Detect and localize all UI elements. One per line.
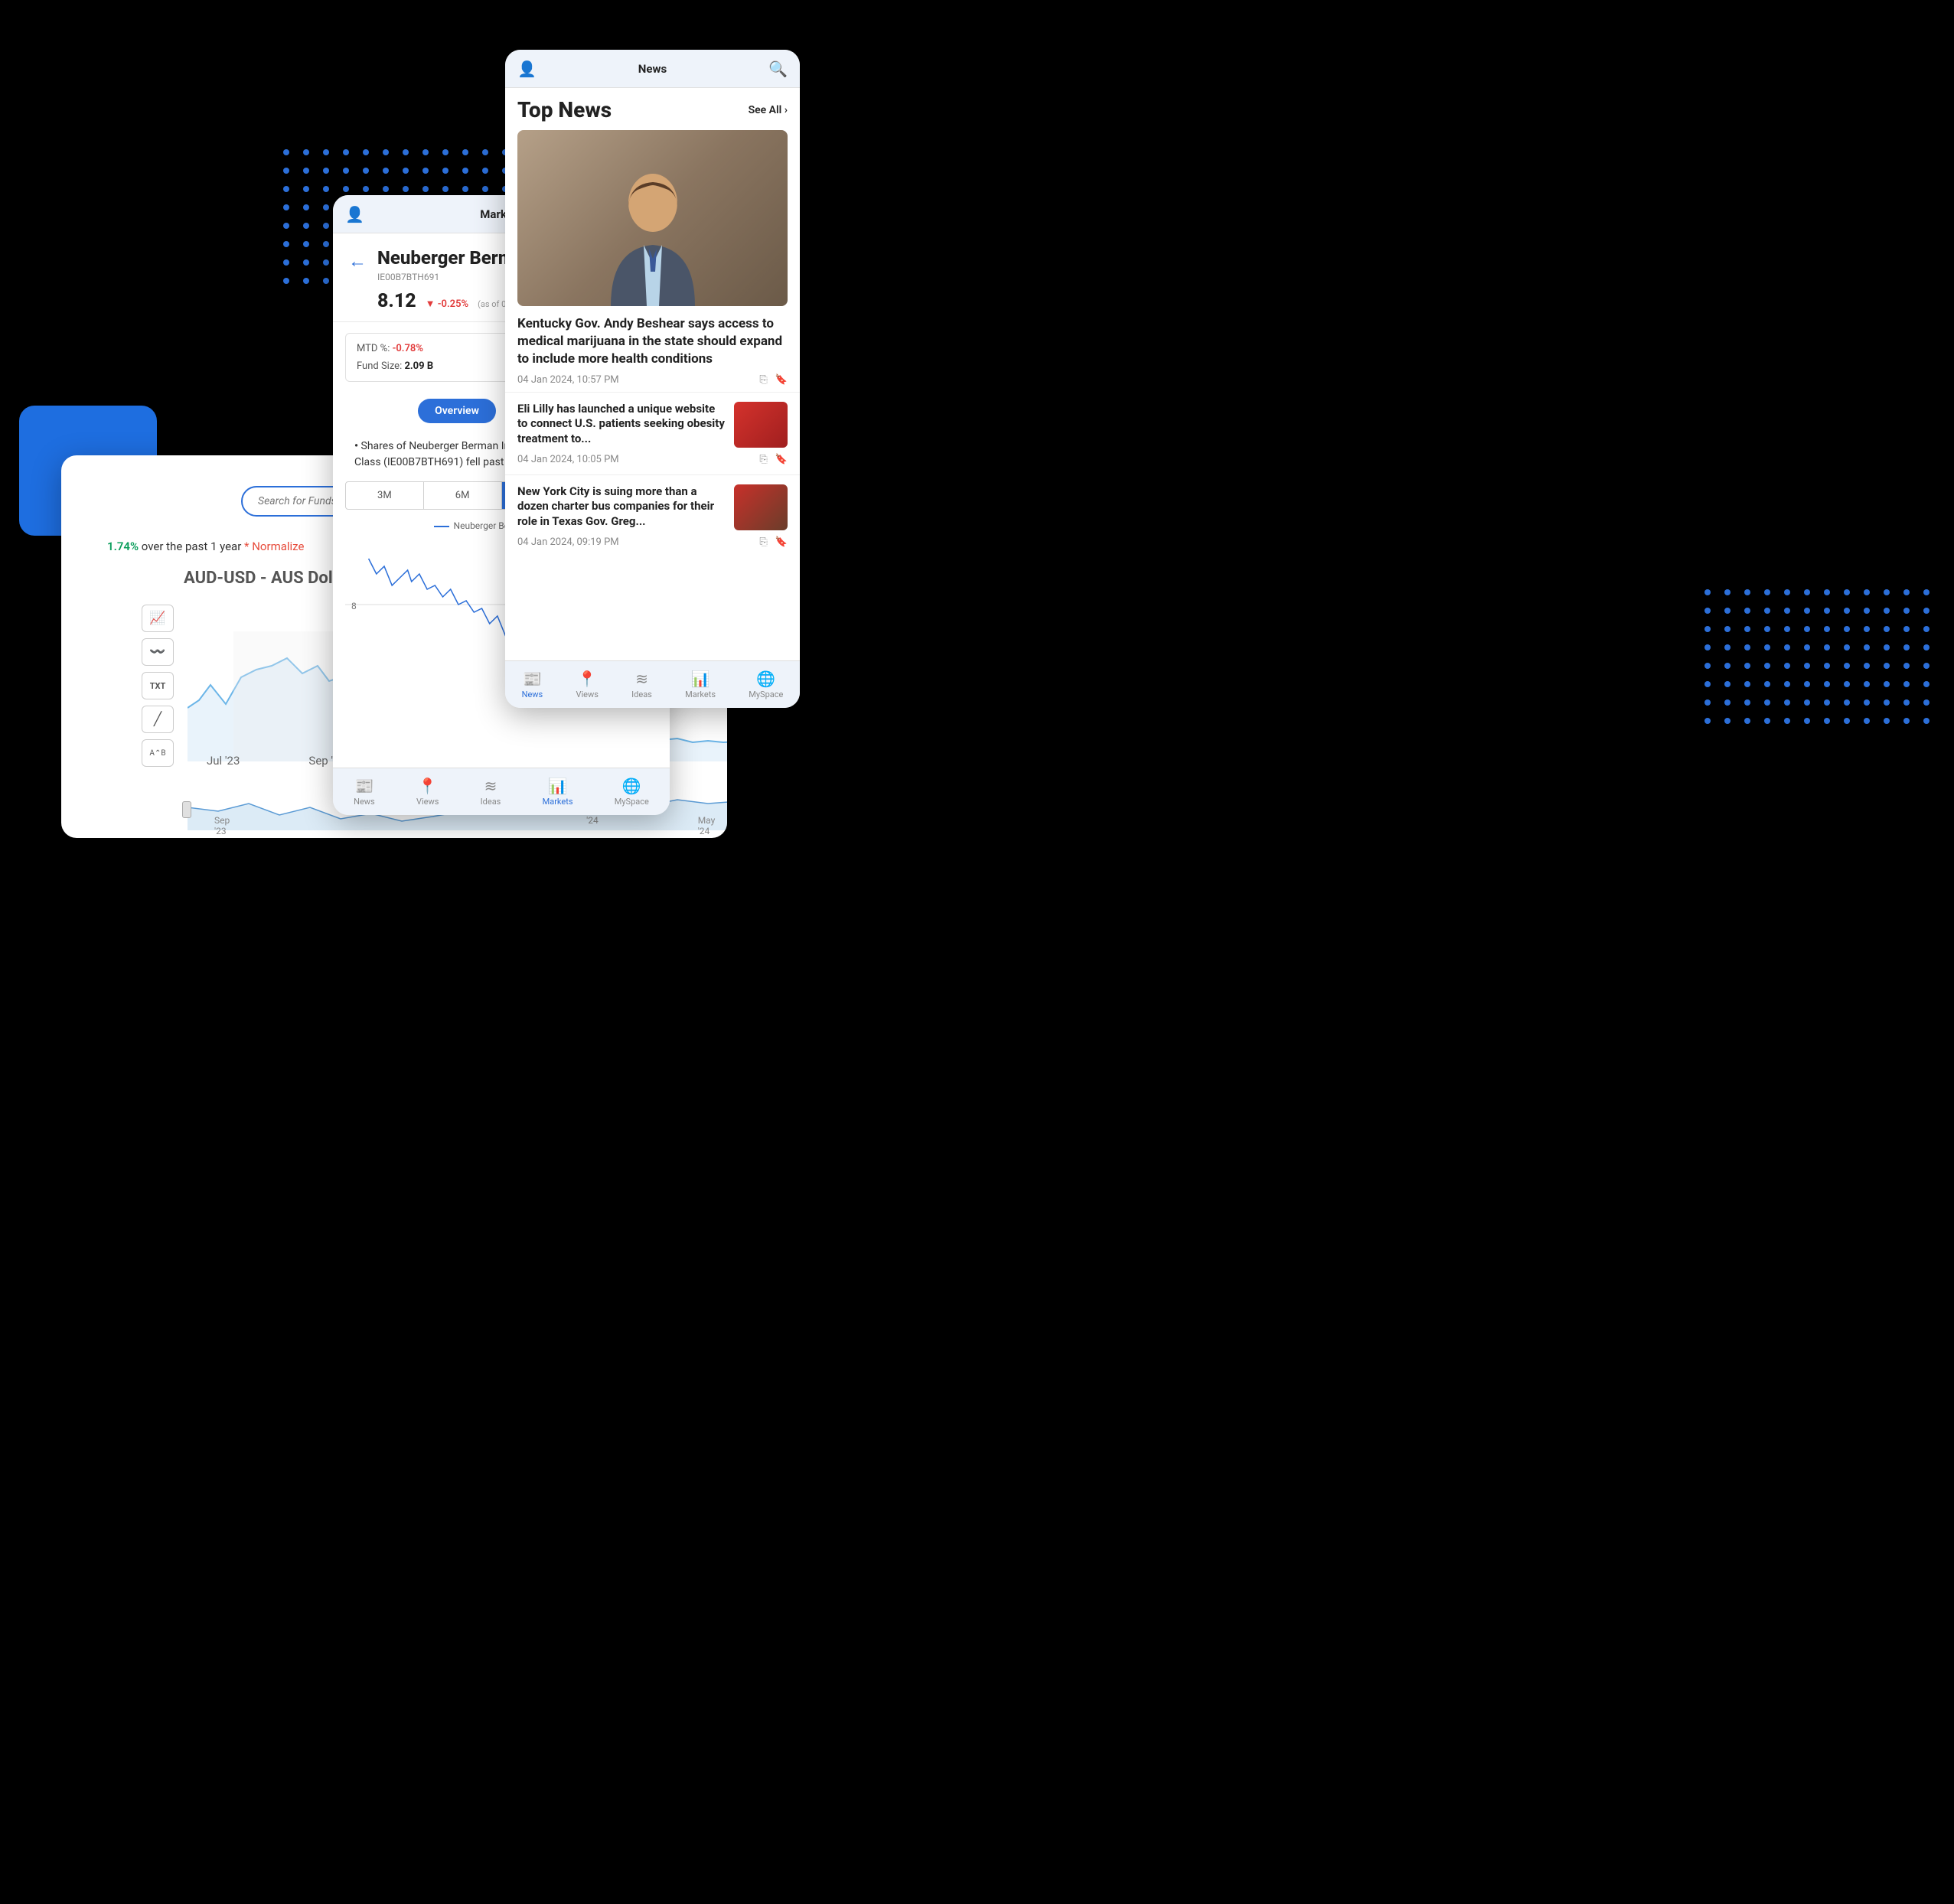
- section-title: Top News: [517, 97, 612, 122]
- x-tick: Jul '23: [207, 754, 240, 768]
- share-icon[interactable]: ⎘: [759, 454, 767, 465]
- stat-label: Fund Size:: [357, 360, 402, 372]
- stat-label: MTD %:: [357, 343, 390, 354]
- nav-news[interactable]: 📰 News: [522, 670, 543, 699]
- bookmark-icon[interactable]: 🔖: [775, 374, 788, 386]
- price-change-value: -0.25%: [438, 298, 468, 310]
- views-icon: 📍: [578, 670, 597, 688]
- draw-tool-icon[interactable]: ╱: [142, 706, 174, 733]
- performance-period: over the past 1 year: [142, 540, 242, 553]
- nav-markets[interactable]: 📊 Markets: [543, 777, 573, 807]
- markets-icon: 📊: [548, 777, 567, 795]
- compare-tool-icon[interactable]: 〰️: [142, 638, 174, 666]
- nav-label: News: [522, 690, 543, 699]
- nav-myspace[interactable]: 🌐 MySpace: [749, 670, 783, 699]
- nav-views[interactable]: 📍 Views: [576, 670, 598, 699]
- search-icon[interactable]: 🔍: [768, 60, 788, 78]
- see-all-link[interactable]: See All ›: [749, 104, 788, 116]
- x-tick: Sep '23: [214, 815, 242, 836]
- news-date: 04 Jan 2024, 10:57 PM: [517, 374, 619, 386]
- chart-toolbar: 📈 〰️ TXT ╱ A⌃B: [142, 605, 174, 767]
- x-tick: May '24: [698, 815, 727, 836]
- news-thumbnail: [734, 484, 788, 530]
- nav-label: MySpace: [749, 690, 783, 699]
- chevron-right-icon: ›: [785, 104, 788, 116]
- person-photo: [592, 161, 714, 306]
- back-arrow-icon[interactable]: ←: [348, 250, 367, 272]
- user-icon[interactable]: 👤: [517, 60, 537, 78]
- ab-tool-icon[interactable]: A⌃B: [142, 739, 174, 767]
- nav-label: News: [354, 797, 375, 807]
- news-date: 04 Jan 2024, 10:05 PM: [517, 454, 619, 465]
- x-tick: '24: [586, 815, 599, 836]
- mobile-header: 👤 News 🔍: [505, 50, 800, 88]
- views-icon: 📍: [418, 777, 437, 795]
- nav-label: Ideas: [481, 797, 501, 807]
- annotation-tool-icon[interactable]: TXT: [142, 672, 174, 699]
- fund-isin: IE00B7BTH691: [377, 272, 527, 282]
- news-headline: New York City is suing more than a dozen…: [517, 484, 725, 530]
- share-icon[interactable]: ⎘: [759, 374, 767, 386]
- price-change: ▼ -0.25%: [426, 298, 468, 310]
- bottom-nav: 📰 News 📍 Views ≋ Ideas 📊 Markets 🌐 MySpace: [333, 768, 670, 815]
- news-headline: Eli Lilly has launched a unique website …: [517, 402, 725, 447]
- myspace-icon: 🌐: [622, 777, 641, 795]
- nav-news[interactable]: 📰 News: [354, 777, 375, 807]
- time-tab-3m[interactable]: 3M: [346, 482, 424, 509]
- nav-label: Views: [416, 797, 439, 807]
- news-thumbnail: [734, 402, 788, 448]
- news-panel: 👤 News 🔍 Top News See All › Kentucky Gov…: [505, 50, 800, 708]
- nav-label: Markets: [685, 690, 716, 699]
- line-tool-icon[interactable]: 📈: [142, 605, 174, 632]
- normalize-label: * Normalize: [244, 540, 304, 553]
- x-axis-labels: Jul '23 Sep '23: [207, 754, 346, 768]
- nav-markets[interactable]: 📊 Markets: [685, 670, 716, 699]
- price-value: 8.12: [377, 290, 416, 312]
- nav-label: Ideas: [631, 690, 652, 699]
- user-icon[interactable]: 👤: [345, 205, 364, 223]
- decorative-dots: [1704, 589, 1931, 724]
- nav-ideas[interactable]: ≋ Ideas: [481, 777, 501, 807]
- nav-label: MySpace: [615, 797, 649, 807]
- myspace-icon: 🌐: [756, 670, 775, 688]
- range-slider-left[interactable]: [182, 801, 191, 818]
- news-item[interactable]: Eli Lilly has launched a unique website …: [505, 392, 800, 474]
- nav-views[interactable]: 📍 Views: [416, 777, 439, 807]
- fund-name: Neuberger Berma: [377, 247, 527, 269]
- stat-value: 2.09 B: [404, 360, 433, 372]
- ideas-icon: ≋: [484, 777, 497, 795]
- nav-label: Views: [576, 690, 598, 699]
- nav-ideas[interactable]: ≋ Ideas: [631, 670, 652, 699]
- markets-icon: 📊: [691, 670, 710, 688]
- page-title: News: [638, 62, 667, 76]
- news-date: 04 Jan 2024, 09:19 PM: [517, 536, 619, 548]
- see-all-label: See All: [749, 104, 782, 116]
- nav-label: Markets: [543, 797, 573, 807]
- bookmark-icon[interactable]: 🔖: [775, 536, 788, 548]
- news-icon: 📰: [354, 777, 374, 795]
- performance-value: 1.74%: [107, 540, 139, 553]
- bottom-nav: 📰 News 📍 Views ≋ Ideas 📊 Markets 🌐 MySpace: [505, 660, 800, 708]
- nav-myspace[interactable]: 🌐 MySpace: [615, 777, 649, 807]
- stat-value: -0.78%: [393, 343, 423, 354]
- share-icon[interactable]: ⎘: [759, 536, 767, 548]
- time-tab-6m[interactable]: 6M: [424, 482, 502, 509]
- hero-headline[interactable]: Kentucky Gov. Andy Beshear says access t…: [517, 315, 788, 368]
- ideas-icon: ≋: [635, 670, 648, 688]
- y-tick: 8: [351, 601, 357, 611]
- tab-overview[interactable]: Overview: [418, 399, 496, 423]
- bookmark-icon[interactable]: 🔖: [775, 454, 788, 465]
- hero-news-image[interactable]: [517, 130, 788, 306]
- news-item[interactable]: New York City is suing more than a dozen…: [505, 474, 800, 557]
- overview-x-labels: Sep '23 '24 May '24: [214, 815, 727, 836]
- news-icon: 📰: [523, 670, 542, 688]
